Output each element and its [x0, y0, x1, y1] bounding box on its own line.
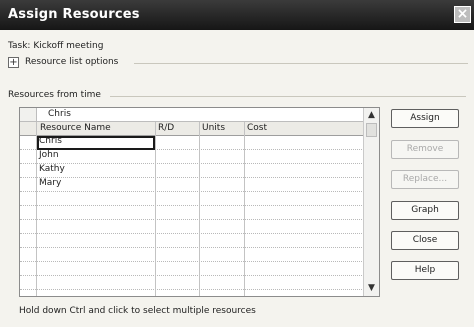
column-divider: [155, 122, 156, 296]
resource-name-cell[interactable]: John: [39, 150, 59, 160]
scroll-down-icon[interactable]: ▼: [365, 282, 378, 295]
options-divider: [134, 63, 468, 64]
grid-edit-bar: Chris: [20, 108, 364, 122]
column-header-rd[interactable]: R/D: [158, 123, 174, 133]
column-header-resource-name[interactable]: Resource Name: [40, 123, 111, 133]
table-row[interactable]: [20, 206, 364, 220]
resource-name-cell[interactable]: Mary: [39, 178, 61, 188]
table-row[interactable]: [20, 192, 364, 206]
table-row[interactable]: [20, 220, 364, 234]
title-bar[interactable]: Assign Resources ×: [0, 0, 474, 30]
task-label: Task: Kickoff meeting: [8, 41, 104, 51]
column-divider: [199, 122, 200, 296]
resource-list-options: + Resource list options: [8, 56, 468, 70]
close-icon[interactable]: ×: [454, 6, 471, 23]
dialog-title: Assign Resources: [8, 7, 140, 22]
selection-hint: Hold down Ctrl and click to select multi…: [19, 306, 256, 316]
graph-button[interactable]: Graph: [391, 201, 459, 220]
column-header-cost[interactable]: Cost: [247, 123, 267, 133]
edit-bar-value[interactable]: Chris: [48, 109, 71, 119]
table-row[interactable]: [20, 248, 364, 262]
table-row[interactable]: [20, 262, 364, 276]
table-row[interactable]: [20, 234, 364, 248]
expand-icon[interactable]: +: [8, 57, 19, 68]
selected-cell-focus: [37, 136, 155, 150]
table-row[interactable]: [20, 276, 364, 290]
close-button[interactable]: Close: [391, 231, 459, 250]
resource-grid: Chris Resource Name R/D Units Cost Chris…: [19, 107, 380, 297]
help-button[interactable]: Help: [391, 261, 459, 280]
resource-list-options-label[interactable]: Resource list options: [25, 57, 118, 67]
table-row[interactable]: John: [20, 150, 364, 164]
assign-button[interactable]: Assign: [391, 109, 459, 128]
scroll-up-icon[interactable]: ▲: [365, 109, 378, 122]
grid-rows: Chris John Kathy Mary: [20, 136, 364, 290]
edit-bar-gutter: [20, 108, 37, 121]
section-divider: [110, 96, 466, 97]
column-header-units[interactable]: Units: [202, 123, 225, 133]
column-divider: [244, 122, 245, 296]
grid-header: Resource Name R/D Units Cost: [20, 122, 364, 136]
replace-button[interactable]: Replace...: [391, 170, 459, 189]
resources-section-label: Resources from time: [8, 90, 101, 100]
table-row[interactable]: Mary: [20, 178, 364, 192]
scroll-thumb[interactable]: [366, 123, 377, 137]
table-row[interactable]: Kathy: [20, 164, 364, 178]
assign-resources-dialog: Assign Resources × Task: Kickoff meeting…: [0, 0, 474, 327]
resource-name-cell[interactable]: Kathy: [39, 164, 65, 174]
grid-scrollbar[interactable]: ▲ ▼: [363, 108, 379, 296]
remove-button[interactable]: Remove: [391, 140, 459, 159]
